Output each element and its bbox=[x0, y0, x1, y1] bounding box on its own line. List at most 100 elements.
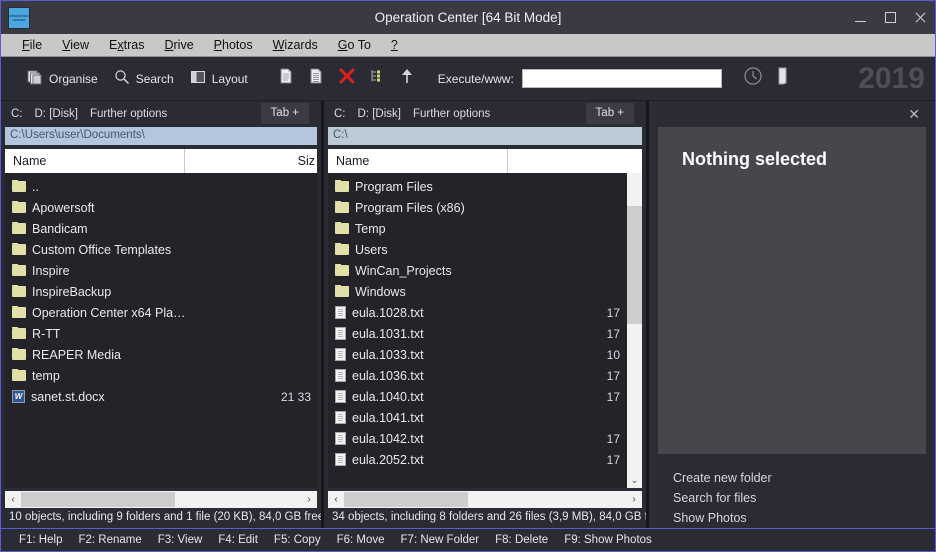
file-row[interactable]: temp bbox=[5, 365, 317, 386]
file-row[interactable]: eula.2052.txt 17 bbox=[328, 449, 642, 470]
right-col-name[interactable]: Name bbox=[328, 149, 508, 173]
right-col-size[interactable] bbox=[508, 149, 642, 173]
file-name-cell: REAPER Media bbox=[12, 347, 121, 362]
left-hscroll-right-button[interactable]: › bbox=[301, 491, 317, 508]
file-row[interactable]: R-TT bbox=[5, 323, 317, 344]
left-drive-c[interactable]: C: bbox=[11, 108, 23, 120]
right-path-bar[interactable]: C:\ bbox=[328, 127, 642, 145]
minimize-button[interactable] bbox=[845, 1, 875, 34]
paste-button[interactable] bbox=[302, 64, 332, 94]
menu-help[interactable]: ? bbox=[382, 36, 407, 54]
file-row[interactable]: REAPER Media bbox=[5, 344, 317, 365]
details-body: Nothing selected bbox=[658, 127, 926, 454]
left-hscroll-left-button[interactable]: ‹ bbox=[5, 491, 21, 508]
search-button[interactable]: Search bbox=[106, 65, 182, 92]
function-key[interactable]: F6: Move bbox=[329, 532, 393, 548]
right-hscroll-right-button[interactable]: › bbox=[626, 491, 642, 508]
delete-button[interactable] bbox=[332, 64, 362, 94]
file-row[interactable]: Program Files (x86) bbox=[328, 197, 642, 218]
file-row[interactable]: .. bbox=[5, 176, 317, 197]
menu-extras[interactable]: Extras bbox=[100, 36, 153, 54]
details-action-item[interactable]: Show Photos bbox=[673, 508, 935, 528]
left-add-tab-button[interactable]: Tab + bbox=[260, 103, 309, 124]
file-row[interactable]: eula.1041.txt bbox=[328, 407, 642, 428]
left-horizontal-scrollbar[interactable]: ‹ › bbox=[5, 491, 317, 508]
left-hscroll-thumb[interactable] bbox=[21, 492, 175, 507]
file-row[interactable]: Custom Office Templates bbox=[5, 239, 317, 260]
file-row[interactable]: Operation Center x64 Pla… bbox=[5, 302, 317, 323]
function-key[interactable]: F5: Copy bbox=[266, 532, 329, 548]
right-horizontal-scrollbar[interactable]: ‹ › bbox=[328, 491, 642, 508]
file-row[interactable]: eula.1033.txt 10 bbox=[328, 344, 642, 365]
close-button[interactable] bbox=[905, 1, 935, 34]
menu-wizards[interactable]: Wizards bbox=[264, 36, 327, 54]
left-col-size[interactable]: Siz bbox=[185, 149, 317, 173]
file-row[interactable]: Program Files bbox=[328, 176, 642, 197]
copy-button[interactable] bbox=[272, 64, 302, 94]
right-add-tab-button[interactable]: Tab + bbox=[585, 103, 634, 124]
right-hscroll-track[interactable] bbox=[344, 491, 626, 508]
file-row[interactable]: eula.1042.txt 17 bbox=[328, 428, 642, 449]
right-vscroll-down-button[interactable]: ⌄ bbox=[627, 473, 642, 488]
file-row[interactable]: sanet.st.docx 21 33 bbox=[5, 386, 317, 407]
details-action-item[interactable]: Search for files bbox=[673, 488, 935, 508]
right-drive-d[interactable]: D: [Disk] bbox=[358, 108, 401, 120]
left-file-list[interactable]: .. Apowersoft Bandicam Custom Office Templa… bbox=[5, 173, 317, 488]
file-row[interactable]: Inspire bbox=[5, 260, 317, 281]
device-button[interactable] bbox=[768, 64, 798, 94]
function-key[interactable]: F2: Rename bbox=[70, 532, 149, 548]
function-key[interactable]: F7: New Folder bbox=[393, 532, 488, 548]
file-row[interactable]: eula.1036.txt 17 bbox=[328, 365, 642, 386]
menu-view[interactable]: View bbox=[53, 36, 98, 54]
right-vertical-scrollbar[interactable]: ⌃ ⌄ bbox=[627, 173, 642, 488]
execute-input[interactable] bbox=[521, 69, 722, 88]
toolbar: Organise Search Layout Execute/www: 2019 bbox=[1, 57, 935, 101]
layout-button[interactable]: Layout bbox=[182, 65, 256, 92]
right-vscroll-thumb[interactable] bbox=[627, 206, 642, 324]
right-further-options[interactable]: Further options bbox=[413, 108, 490, 120]
menu-photos[interactable]: Photos bbox=[205, 36, 262, 54]
file-row[interactable]: Users bbox=[328, 239, 642, 260]
right-file-list[interactable]: Program Files Program Files (x86) Temp User… bbox=[328, 176, 642, 470]
details-close-icon[interactable]: ✕ bbox=[903, 106, 925, 123]
file-name-label: Custom Office Templates bbox=[32, 242, 172, 257]
file-row[interactable]: eula.1028.txt 17 bbox=[328, 302, 642, 323]
folder-icon bbox=[12, 326, 26, 339]
file-row[interactable]: eula.1040.txt 17 bbox=[328, 386, 642, 407]
function-key[interactable]: F4: Edit bbox=[210, 532, 266, 548]
go-up-button[interactable] bbox=[392, 64, 422, 94]
tree-view-button[interactable] bbox=[362, 64, 392, 94]
file-row[interactable]: InspireBackup bbox=[5, 281, 317, 302]
menu-drive[interactable]: Drive bbox=[155, 36, 202, 54]
left-col-name[interactable]: Name bbox=[5, 149, 185, 173]
menu-goto[interactable]: Go To bbox=[329, 36, 380, 54]
left-hscroll-track[interactable] bbox=[21, 491, 301, 508]
folder-icon bbox=[335, 284, 349, 297]
left-path-bar[interactable]: C:\Users\user\Documents\ bbox=[5, 127, 317, 145]
right-vscroll-track[interactable] bbox=[627, 173, 642, 473]
left-drive-d[interactable]: D: [Disk] bbox=[35, 108, 78, 120]
file-name-cell: R-TT bbox=[12, 326, 60, 341]
right-file-list-wrapper[interactable]: Program Files Program Files (x86) Temp User… bbox=[328, 173, 642, 488]
details-action-item[interactable]: Create new folder bbox=[673, 468, 935, 488]
file-row[interactable]: Temp bbox=[328, 218, 642, 239]
left-further-options[interactable]: Further options bbox=[90, 108, 167, 120]
file-row[interactable]: Windows bbox=[328, 281, 642, 302]
maximize-button[interactable] bbox=[875, 1, 905, 34]
file-row[interactable]: WinCan_Projects bbox=[328, 260, 642, 281]
right-hscroll-left-button[interactable]: ‹ bbox=[328, 491, 344, 508]
right-drive-c[interactable]: C: bbox=[334, 108, 346, 120]
function-key[interactable]: F1: Help bbox=[11, 532, 70, 548]
function-key[interactable]: F8: Delete bbox=[487, 532, 556, 548]
file-row[interactable]: eula.1031.txt 17 bbox=[328, 323, 642, 344]
right-hscroll-thumb[interactable] bbox=[344, 492, 469, 507]
file-row[interactable]: Bandicam bbox=[5, 218, 317, 239]
text-file-icon bbox=[335, 411, 346, 424]
file-row[interactable]: Apowersoft bbox=[5, 197, 317, 218]
menu-file[interactable]: File bbox=[13, 36, 51, 54]
organise-button[interactable]: Organise bbox=[19, 65, 106, 92]
right-status-text: 34 objects, including 8 folders and 26 f… bbox=[332, 511, 646, 523]
function-key[interactable]: F9: Show Photos bbox=[556, 532, 660, 548]
function-key[interactable]: F3: View bbox=[150, 532, 211, 548]
history-button[interactable] bbox=[738, 64, 768, 94]
